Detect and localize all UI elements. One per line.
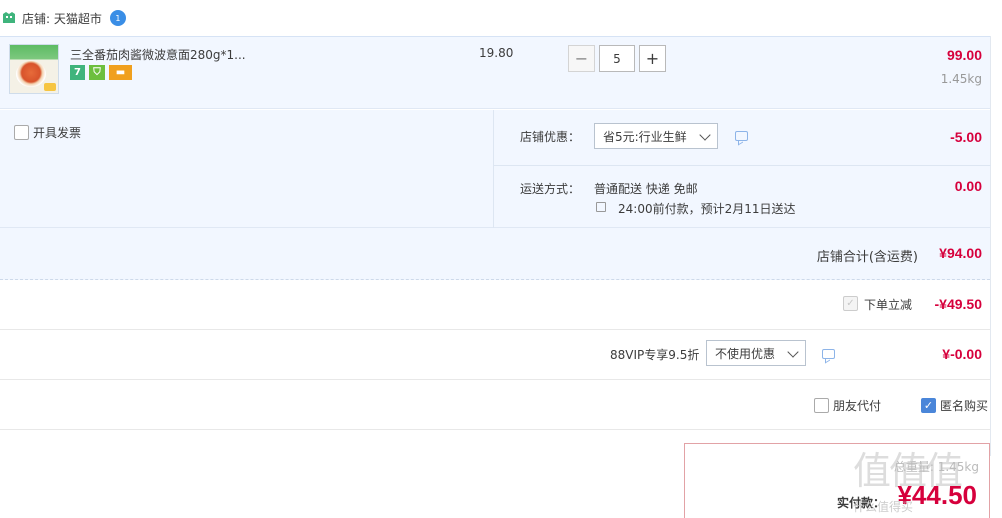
unit-price: 19.80 bbox=[479, 46, 514, 60]
guarantee-icon[interactable]: ⛉ bbox=[89, 65, 105, 80]
watermark-site: 什么值得买 bbox=[853, 500, 914, 514]
item-thumbnail[interactable] bbox=[9, 44, 59, 94]
friend-pay-option[interactable]: 朋友代付 bbox=[814, 397, 881, 414]
total-weight: 总重量: 1.45kg bbox=[893, 460, 979, 474]
shop-discount-label: 店铺优惠： bbox=[520, 130, 581, 144]
vip-value: ¥-0.00 bbox=[942, 346, 982, 362]
order-options: 开具发票 店铺优惠： 省5元:行业生鲜 -5.00 运送方式： 普通配送 快递 … bbox=[0, 110, 991, 228]
panel-edge bbox=[990, 36, 991, 456]
shipping-method: 普通配送 快递 免邮 bbox=[594, 182, 698, 196]
instant-discount-value: -¥49.50 bbox=[934, 296, 982, 312]
shop-total-label: 店铺合计(含运费) bbox=[816, 250, 918, 265]
tmall-icon bbox=[3, 12, 15, 23]
shop-total-row: 店铺合计(含运费) ¥94.00 bbox=[0, 228, 990, 280]
friend-pay-checkbox[interactable] bbox=[814, 398, 829, 413]
payment-options-row: 朋友代付 ✓ 匿名购买 bbox=[0, 380, 990, 430]
instant-discount-checkbox: ✓ bbox=[843, 296, 858, 311]
shop-name[interactable]: 店铺: 天猫超市 bbox=[22, 10, 102, 27]
vip-info-icon[interactable] bbox=[822, 349, 835, 359]
vip-label: 88VIP专享9.5折 bbox=[610, 348, 700, 362]
vip-discount-row: 88VIP专享9.5折 不使用优惠 ¥-0.00 bbox=[0, 330, 990, 380]
item-badges: 7 ⛉ ▬ bbox=[70, 65, 132, 80]
item-subtotal: 99.00 bbox=[946, 47, 982, 63]
vip-discount-select[interactable]: 不使用优惠 bbox=[706, 340, 806, 366]
decrease-quantity-button[interactable]: − bbox=[568, 45, 595, 72]
chevron-down-icon bbox=[787, 346, 799, 358]
chevron-down-icon bbox=[699, 129, 711, 141]
item-weight: 1.45kg bbox=[940, 72, 982, 86]
cart-item-row: 三全番茄肉酱微波意面280g*1... 7 ⛉ ▬ 19.80 − 5 + 99… bbox=[0, 36, 990, 109]
wangwang-chat-icon[interactable]: 1 bbox=[109, 10, 126, 26]
invoice-option[interactable]: 开具发票 bbox=[14, 124, 81, 141]
anonymous-purchase-option[interactable]: ✓ 匿名购买 bbox=[921, 397, 988, 414]
increase-quantity-button[interactable]: + bbox=[639, 45, 666, 72]
payment-summary: 值值值 总重量: 1.45kg 实付款： ¥44.50 什么值得买 bbox=[684, 443, 990, 518]
anonymous-purchase-checkbox[interactable]: ✓ bbox=[921, 398, 936, 413]
shipping-amount: 0.00 bbox=[954, 178, 982, 194]
delivery-time-icon bbox=[596, 202, 606, 212]
shop-total-value: ¥94.00 bbox=[939, 245, 982, 261]
shop-header: 店铺: 天猫超市 1 bbox=[0, 0, 1002, 36]
discount-info-icon[interactable] bbox=[735, 131, 748, 141]
shop-discount-selected: 省5元:行业生鲜 bbox=[603, 129, 687, 144]
friend-pay-label: 朋友代付 bbox=[833, 399, 882, 413]
instant-discount-label: 下单立减 bbox=[864, 298, 913, 312]
invoice-checkbox[interactable] bbox=[14, 125, 29, 140]
shop-discount-select[interactable]: 省5元:行业生鲜 bbox=[594, 123, 718, 149]
shop-discount-amount: -5.00 bbox=[950, 129, 982, 145]
divider bbox=[494, 165, 991, 166]
instant-discount-row: ✓ 下单立减 -¥49.50 bbox=[0, 280, 990, 330]
invoice-label: 开具发票 bbox=[33, 126, 82, 140]
shipping-eta: 24:00前付款，预计2月11日送达 bbox=[618, 202, 796, 216]
quantity-stepper: − 5 + bbox=[568, 45, 666, 72]
seven-day-return-icon[interactable]: 7 bbox=[70, 65, 85, 80]
credit-card-icon[interactable]: ▬ bbox=[109, 65, 132, 80]
quantity-input[interactable]: 5 bbox=[599, 45, 635, 72]
shipping-label: 运送方式： bbox=[520, 182, 581, 196]
item-title[interactable]: 三全番茄肉酱微波意面280g*1... bbox=[70, 46, 246, 63]
shop-discount-shipping-panel: 店铺优惠： 省5元:行业生鲜 -5.00 运送方式： 普通配送 快递 免邮 24… bbox=[493, 110, 991, 228]
vip-selected: 不使用优惠 bbox=[715, 346, 776, 361]
anonymous-purchase-label: 匿名购买 bbox=[940, 399, 989, 413]
